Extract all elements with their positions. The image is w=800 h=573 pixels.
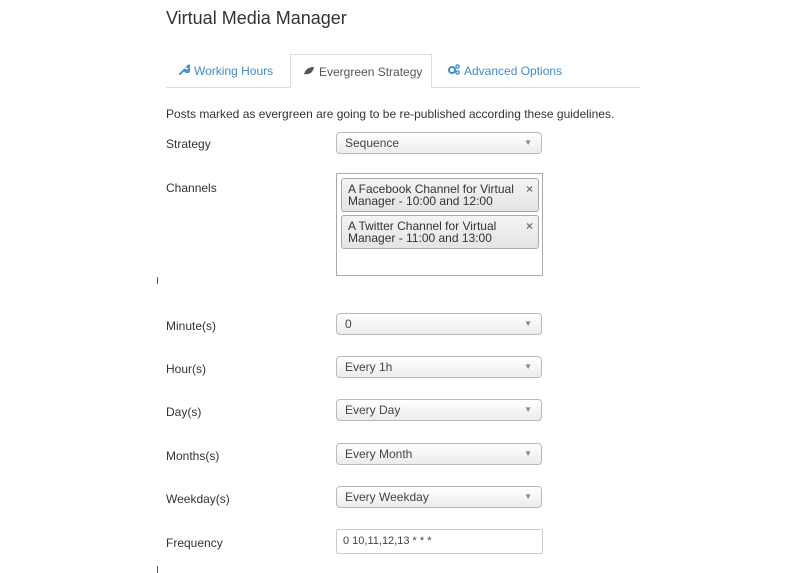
channel-chip: A Facebook Channel for Virtual Manager -… — [341, 178, 539, 212]
hours-label: Hour(s) — [166, 362, 207, 376]
tab-working-hours-label: Working Hours — [194, 64, 274, 78]
minutes-select[interactable]: 0 ▼ — [336, 313, 542, 335]
tab-evergreen-strategy[interactable]: Evergreen Strategy — [290, 54, 432, 88]
strategy-select[interactable]: Sequence ▼ — [336, 132, 542, 154]
days-select[interactable]: Every Day ▼ — [336, 399, 542, 421]
frequency-label: Frequency — [166, 536, 223, 550]
edge-marker — [157, 277, 158, 284]
leaf-icon — [303, 55, 315, 89]
channels-label: Channels — [166, 181, 217, 195]
chevron-down-icon: ▼ — [524, 319, 532, 328]
tab-bar: Working Hours Evergreen Strategy Advance… — [166, 54, 640, 88]
months-select[interactable]: Every Month ▼ — [336, 443, 542, 465]
channels-multiselect[interactable]: A Facebook Channel for Virtual Manager -… — [336, 173, 543, 276]
weekdays-label: Weekday(s) — [166, 492, 230, 506]
tab-evergreen-strategy-label: Evergreen Strategy — [319, 65, 423, 79]
edge-marker — [157, 566, 158, 573]
channel-chip: A Twitter Channel for Virtual Manager - … — [341, 215, 539, 249]
cogs-icon — [448, 54, 460, 88]
months-value: Every Month — [345, 447, 413, 461]
close-icon[interactable]: × — [526, 220, 533, 232]
channel-chip-text: A Facebook Channel for Virtual Manager -… — [348, 182, 514, 208]
intro-text: Posts marked as evergreen are going to b… — [166, 107, 615, 121]
tab-advanced-options[interactable]: Advanced Options — [436, 54, 574, 87]
frequency-input[interactable]: 0 10,11,12,13 * * * — [336, 529, 543, 554]
wrench-icon — [178, 54, 191, 88]
tab-working-hours[interactable]: Working Hours — [166, 54, 285, 87]
hours-value: Every 1h — [345, 360, 393, 374]
chevron-down-icon: ▼ — [524, 138, 532, 147]
tab-advanced-options-label: Advanced Options — [464, 64, 563, 78]
chevron-down-icon: ▼ — [524, 362, 532, 371]
channel-chip-text: A Twitter Channel for Virtual Manager - … — [348, 219, 497, 245]
chevron-down-icon: ▼ — [524, 492, 532, 501]
minutes-label: Minute(s) — [166, 319, 217, 333]
months-label: Months(s) — [166, 449, 220, 463]
weekdays-value: Every Weekday — [345, 490, 429, 504]
days-label: Day(s) — [166, 405, 202, 419]
strategy-label: Strategy — [166, 137, 211, 151]
page-title: Virtual Media Manager — [166, 8, 347, 28]
chevron-down-icon: ▼ — [524, 449, 532, 458]
chevron-down-icon: ▼ — [524, 405, 532, 414]
days-value: Every Day — [345, 403, 401, 417]
weekdays-select[interactable]: Every Weekday ▼ — [336, 486, 542, 508]
minutes-value: 0 — [345, 317, 352, 331]
strategy-value: Sequence — [345, 136, 400, 150]
hours-select[interactable]: Every 1h ▼ — [336, 356, 542, 378]
close-icon[interactable]: × — [526, 183, 533, 195]
